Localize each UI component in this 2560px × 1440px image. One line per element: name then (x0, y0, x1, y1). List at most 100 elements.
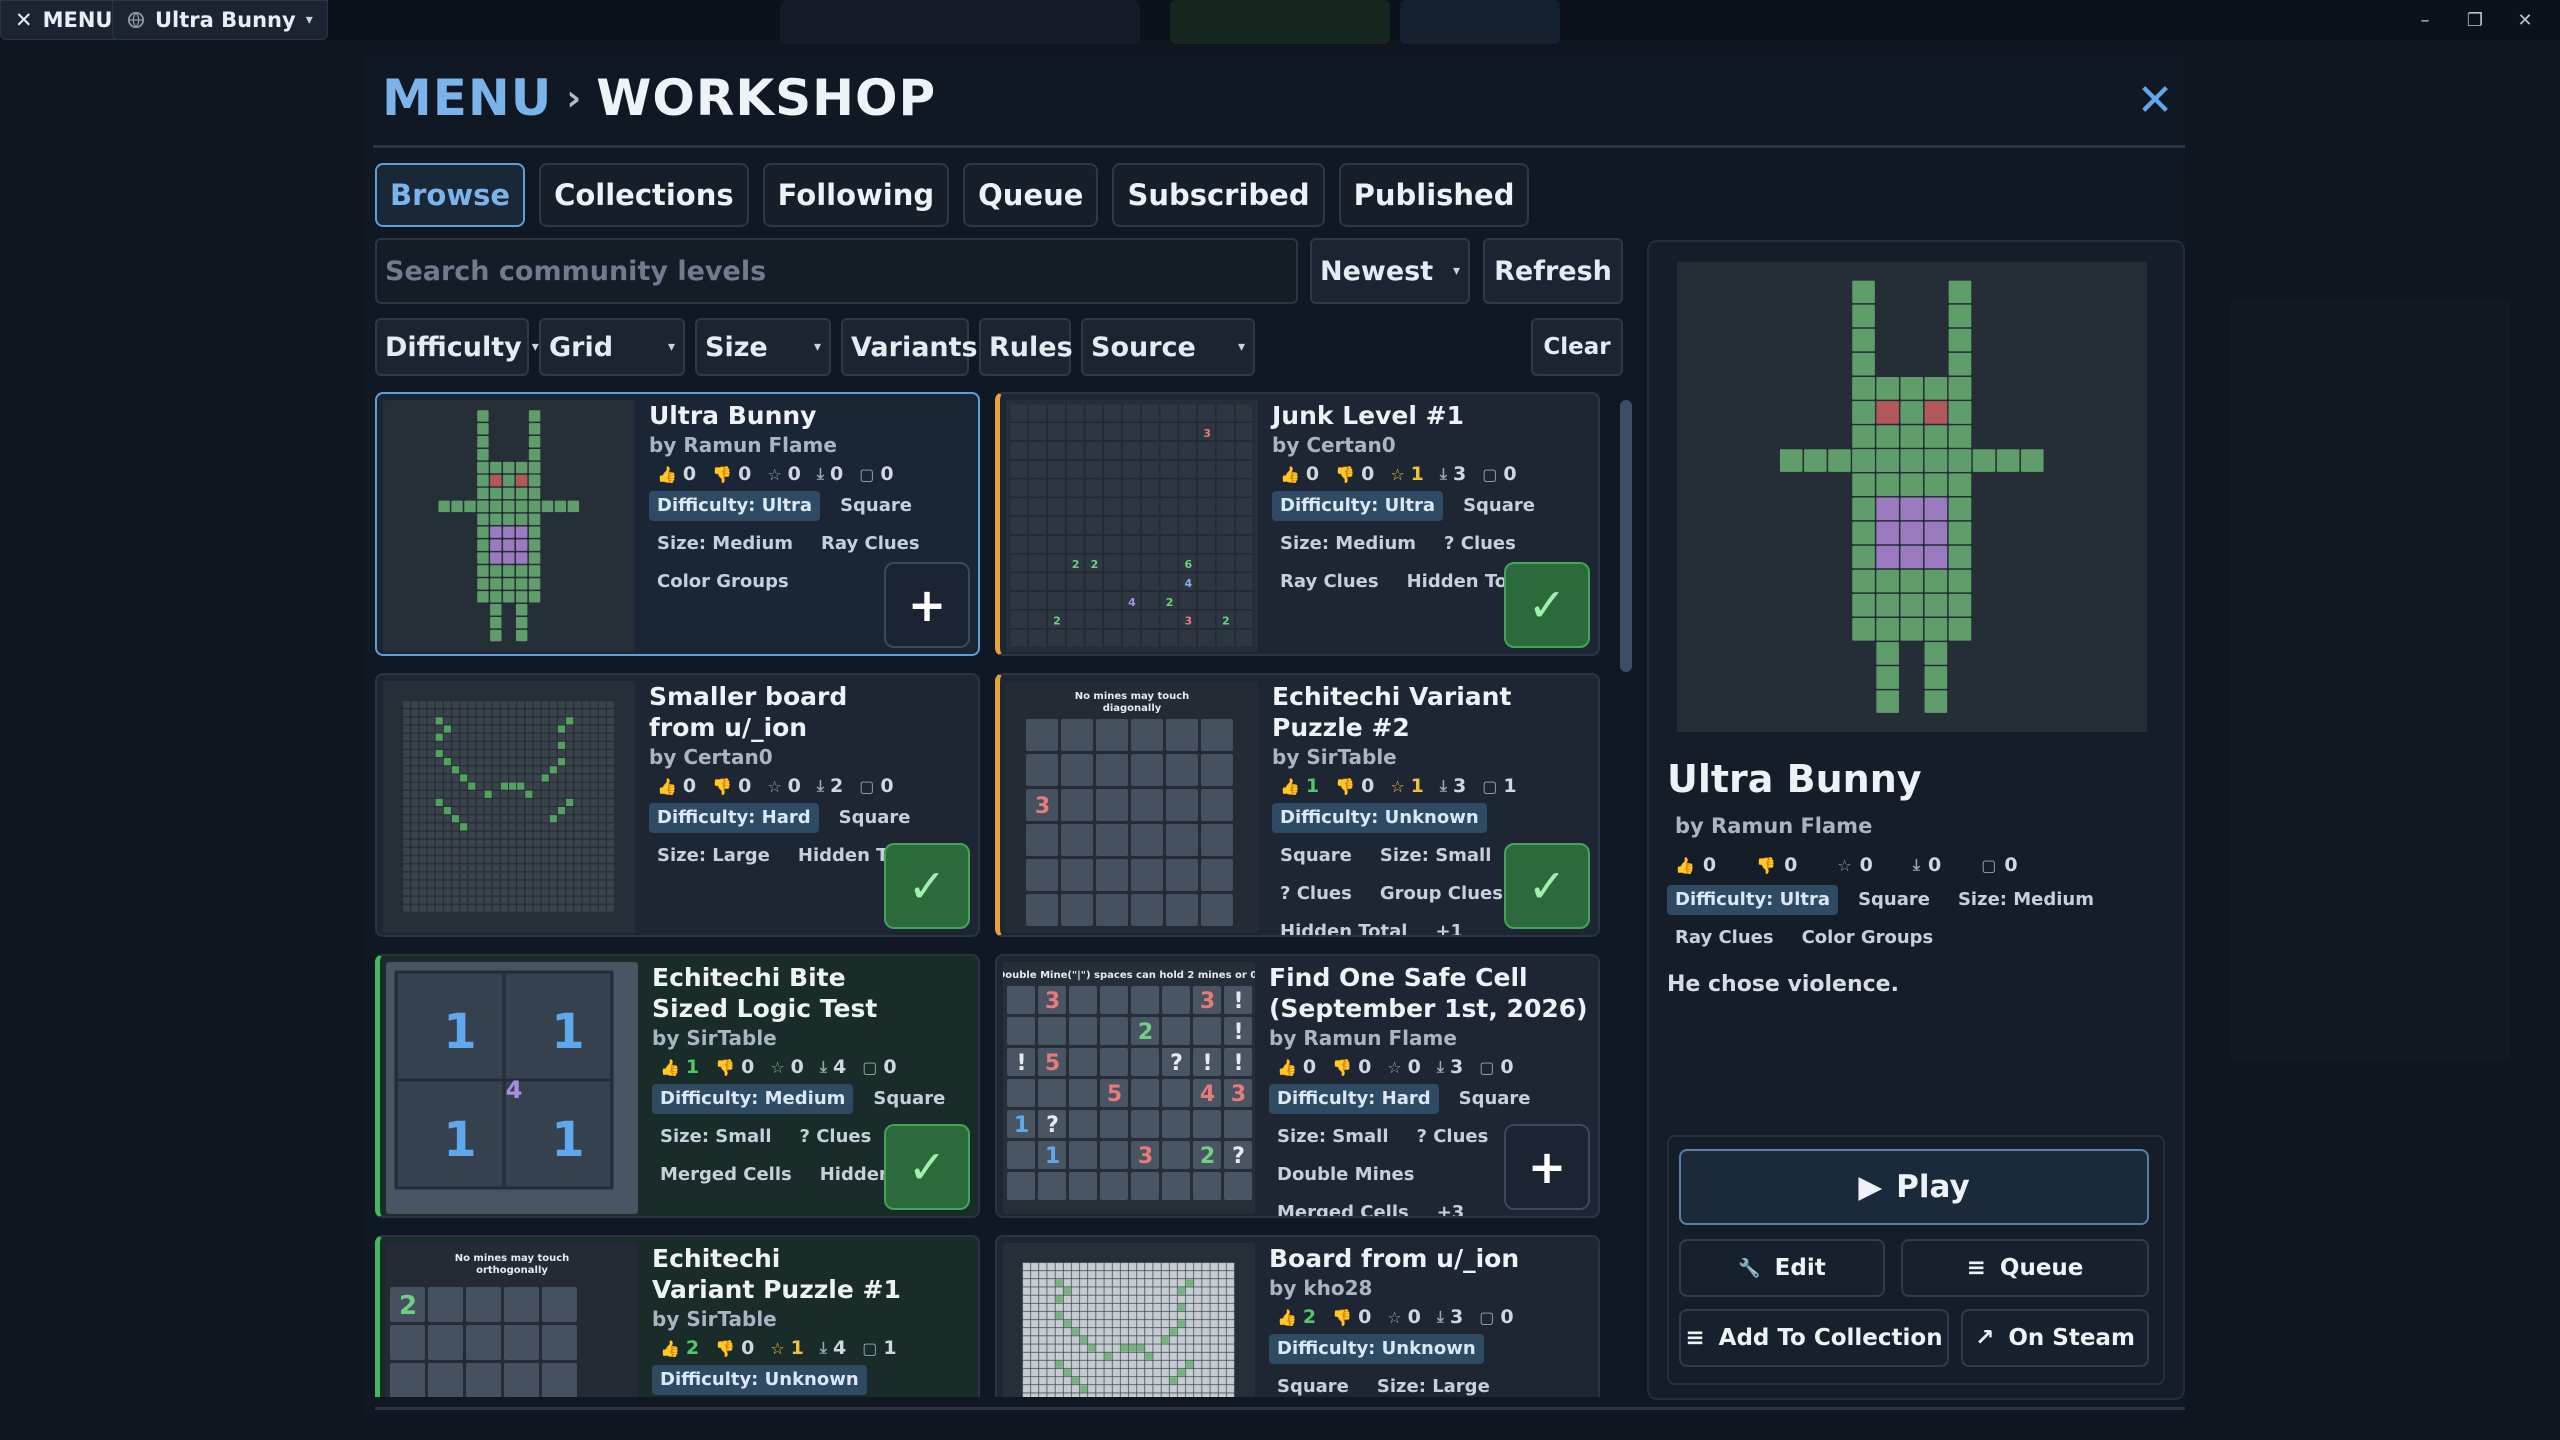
card-author[interactable]: by SirTable (652, 1024, 970, 1052)
grid-tile (1234, 591, 1254, 610)
maximize-button[interactable]: ❐ (2450, 0, 2500, 40)
card-author[interactable]: by SirTable (652, 1305, 970, 1333)
grid-tile (1178, 478, 1197, 498)
tab-subscribed[interactable]: Subscribed (1112, 163, 1325, 227)
grid-tile (1084, 591, 1104, 610)
level-card[interactable]: No mines may touch diagonally 3 Echitechi V… (995, 673, 1600, 937)
edit-button[interactable]: 🔧 Edit (1679, 1239, 1885, 1297)
filter-variants[interactable]: Variants (841, 318, 978, 376)
grid-tile (525, 741, 533, 750)
tab-following[interactable]: Following (762, 163, 950, 227)
clear-filters-button[interactable]: Clear (1531, 318, 1623, 376)
grid-tile (1096, 1385, 1104, 1393)
grid-tile (1202, 1385, 1210, 1393)
grid-tile (427, 839, 435, 848)
card-author[interactable]: by SirTable (1272, 743, 1590, 771)
grid-tile (1136, 1303, 1145, 1312)
tab-collections[interactable]: Collections (539, 163, 749, 227)
grid-tile (484, 831, 492, 839)
level-card[interactable]: Double Mine("|") spaces can hold 2 mines… (995, 954, 1600, 1218)
grid-tile (1153, 1287, 1161, 1295)
close-workshop-button[interactable]: ✕ (2135, 75, 2175, 126)
grid-tile (1103, 422, 1122, 441)
card-author[interactable]: by Ramun Flame (649, 431, 970, 459)
grid-tile (1136, 1319, 1145, 1328)
level-card[interactable]: Ultra Bunny by Ramun Flame 👍 0 👎 0 ☆ 0 ⤓ 0 ▢ 0 Diffi… (375, 392, 980, 656)
grid-tile (1022, 1336, 1031, 1344)
level-card[interactable]: 1 1 1 1 4 Echitechi Bite Sized Logic Test by Si… (375, 954, 980, 1218)
grid-tile (598, 847, 607, 856)
grid-tile (1218, 1270, 1227, 1279)
grid-tile (582, 765, 590, 774)
level-card[interactable]: 3 2 2 6 4 4 2 2 3 2 Junk Level #1 by Certan0 👍 0 👎 0 ☆ 1 ⤓… (995, 392, 1600, 656)
grid-tile (565, 831, 574, 839)
window-close-button[interactable]: ✕ (2500, 0, 2550, 40)
subscribed-check-button[interactable]: ✓ (1504, 562, 1590, 648)
card-author[interactable]: by Certan0 (649, 743, 970, 771)
filter-rules[interactable]: Rules (979, 318, 1073, 376)
grid-tile (490, 578, 502, 590)
grid-tile (410, 896, 419, 905)
grid-tile (1039, 1303, 1047, 1312)
grid-tile (1185, 1303, 1194, 1312)
level-card[interactable]: Smaller board from u/_ion by Certan0 👍 0 👎 0 ☆ 0… (375, 673, 980, 937)
level-card[interactable]: No mines may touch orthogonally 2 Echitechi… (375, 1235, 980, 1397)
grid-tile (525, 896, 533, 905)
grid-tile (500, 896, 509, 905)
tab-published[interactable]: Published (1338, 163, 1530, 227)
grid-tile (565, 896, 574, 905)
level-select-button[interactable]: Ultra Bunny ▾ (112, 0, 328, 40)
subscribed-check-button[interactable]: ✓ (1504, 843, 1590, 929)
level-card[interactable]: Board from u/_ion by kho28 👍 2 👎 0 ☆ 0 ⤓ 3 ▢ 0 Diffi… (995, 1235, 1600, 1397)
add-to-collection-button[interactable]: ≡ Add To Collection (1679, 1309, 1949, 1367)
list-scrollbar[interactable] (1620, 400, 1632, 672)
grid-tile (1216, 478, 1235, 498)
filter-difficulty[interactable]: Difficulty ▾ (375, 318, 539, 376)
grid-tile (1193, 1287, 1202, 1295)
refresh-button[interactable]: Refresh (1483, 238, 1623, 304)
breadcrumb-menu-link[interactable]: MENU (382, 69, 552, 127)
play-button[interactable]: ▶ Play (1679, 1149, 2149, 1225)
on-steam-button[interactable]: ↗ On Steam (1961, 1309, 2149, 1367)
minimize-button[interactable]: – (2400, 0, 2450, 40)
grid-tile (1063, 1376, 1072, 1385)
grid-tile (1197, 497, 1216, 516)
grid-tile (517, 782, 525, 790)
grid-tile (541, 741, 550, 750)
queue-button[interactable]: ≡ Queue (1901, 1239, 2149, 1297)
grid-tile (1112, 1270, 1121, 1279)
tag: Square (1858, 889, 1930, 910)
grid-tile (1145, 1319, 1153, 1328)
grid-tile (1234, 572, 1254, 591)
subscribed-check-button[interactable]: ✓ (884, 1124, 970, 1210)
menu-button[interactable]: ✕ MENU (0, 0, 128, 40)
subscribe-button[interactable]: + (1504, 1124, 1590, 1210)
breadcrumb: MENU › WORKSHOP (382, 69, 936, 127)
grid-tile (557, 749, 566, 758)
grid-tile (1055, 1344, 1064, 1352)
filter-size[interactable]: Size ▾ (695, 318, 831, 376)
filter-source[interactable]: Source ▾ (1081, 318, 1255, 376)
subscribe-button[interactable]: + (884, 562, 970, 648)
search-input[interactable]: Search community levels (375, 238, 1298, 304)
sort-select[interactable]: Newest ▾ (1310, 238, 1470, 304)
card-author[interactable]: by kho28 (1269, 1274, 1590, 1302)
grid-tile (1852, 521, 1875, 545)
grid-tile (508, 749, 517, 758)
star-icon: ☆ (1387, 1307, 1402, 1327)
thumbs-up-icon: 👍 (660, 1338, 680, 1358)
grid-tile (565, 880, 574, 888)
tab-queue[interactable]: Queue (963, 163, 1099, 227)
stars-stat: ☆ 1 (1390, 463, 1424, 485)
grid-tile (1185, 1368, 1194, 1377)
card-author[interactable]: by Certan0 (1272, 431, 1590, 459)
grid-tile (451, 790, 460, 799)
grid-tile (402, 806, 411, 815)
filter-grid[interactable]: Grid ▾ (539, 318, 685, 376)
subscribed-check-button[interactable]: ✓ (884, 843, 970, 929)
detail-author[interactable]: by Ramun Flame (1675, 814, 1872, 838)
card-author[interactable]: by Ramun Flame (1269, 1024, 1590, 1052)
tab-browse[interactable]: Browse (375, 163, 526, 227)
grid-tile (557, 839, 566, 848)
grid-tile (598, 765, 607, 774)
